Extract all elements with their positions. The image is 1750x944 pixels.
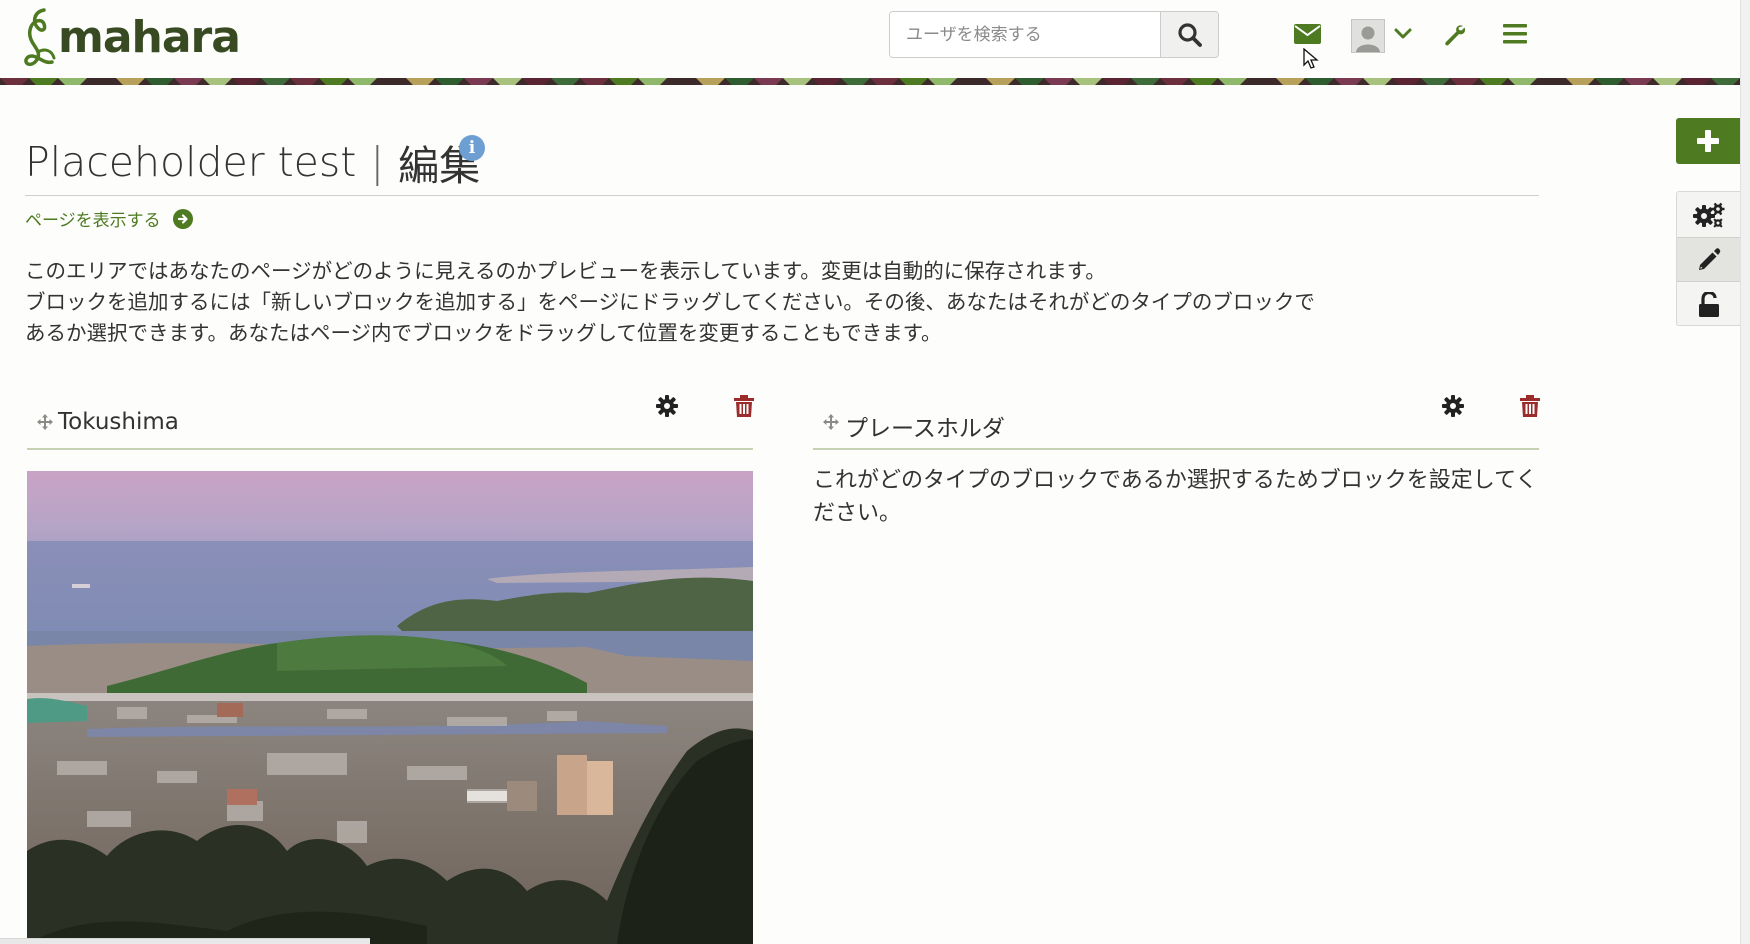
info-icon[interactable]: i — [459, 135, 485, 161]
user-search — [889, 11, 1219, 58]
share-access-button[interactable] — [1677, 282, 1741, 327]
block-header: Tokushima — [27, 392, 754, 450]
search-icon — [1177, 22, 1202, 47]
arrow-circle-right-icon — [172, 208, 193, 229]
hamburger-icon — [1503, 24, 1527, 44]
block-placeholder[interactable]: プレースホルダ これがどのタイプのブロックであるか選択するためブロックを設定して… — [813, 392, 1540, 530]
page-title-name: Placeholder test — [25, 138, 357, 186]
user-menu-dropdown[interactable] — [1393, 26, 1413, 42]
move-handle-icon[interactable] — [823, 414, 839, 430]
plus-icon — [1697, 130, 1719, 152]
block-title: Tokushima — [58, 409, 179, 435]
tokushima-photo — [27, 471, 753, 944]
page-scrollbar[interactable] — [1740, 0, 1750, 944]
block-tokushima[interactable]: Tokushima — [27, 392, 754, 450]
block-configure-button[interactable] — [1439, 392, 1467, 420]
page-edit-toolbar — [1676, 191, 1741, 327]
view-page-link[interactable]: ページを表示する — [25, 206, 193, 231]
title-divider — [25, 195, 1539, 196]
instruction-line: ブロックを追加するには「新しいブロックを追加する」をページにドラッグしてください… — [25, 290, 1315, 314]
instruction-line: あるか選択できます。あなたはページ内でブロックをドラッグして位置を変更することも… — [25, 321, 942, 345]
trash-icon — [734, 395, 754, 417]
edit-instructions: このエリアではあなたのページがどのように見えるのかプレビューを表示しています。変… — [25, 256, 1445, 349]
block-configure-button[interactable] — [653, 392, 681, 420]
page-title-separator: | — [370, 138, 385, 186]
chevron-down-icon — [1394, 28, 1412, 39]
cog-icon — [1442, 395, 1464, 417]
add-block-button[interactable] — [1676, 118, 1740, 164]
mouse-cursor-icon — [1303, 48, 1319, 69]
page-title: Placeholder test | 編集 — [25, 132, 480, 192]
block-header: プレースホルダ — [813, 392, 1540, 450]
mahara-logo[interactable]: mahara — [24, 6, 241, 70]
logo-mark-icon — [24, 8, 56, 67]
unlock-icon — [1699, 291, 1719, 317]
header-stripe — [0, 78, 1740, 85]
logo-text: mahara — [58, 12, 241, 63]
view-page-link-label: ページを表示する — [25, 211, 161, 231]
wrench-icon — [1445, 25, 1466, 46]
move-handle-icon[interactable] — [37, 414, 53, 430]
cogs-icon — [1693, 202, 1725, 228]
search-button[interactable] — [1160, 12, 1218, 57]
instruction-line: このエリアではあなたのページがどのように見えるのかプレビューを表示しています。変… — [25, 259, 1106, 283]
user-silhouette-icon — [1356, 26, 1380, 52]
horizontal-scrollbar[interactable] — [0, 938, 370, 944]
cog-icon — [656, 395, 678, 417]
placeholder-block-text: これがどのタイプのブロックであるか選択するためブロックを設定してください。 — [813, 468, 1538, 526]
block-title: プレースホルダ — [845, 416, 1005, 442]
block-delete-button[interactable] — [730, 392, 758, 420]
block-delete-button[interactable] — [1516, 392, 1544, 420]
trash-icon — [1520, 395, 1540, 417]
inbox-button[interactable] — [1292, 22, 1322, 46]
edit-content-button[interactable] — [1677, 237, 1741, 282]
admin-button[interactable] — [1442, 22, 1468, 48]
user-search-input[interactable] — [890, 12, 1160, 57]
user-menu-button[interactable] — [1350, 18, 1386, 54]
avatar — [1351, 19, 1385, 53]
main-menu-button[interactable] — [1502, 22, 1528, 46]
mail-icon — [1293, 24, 1321, 44]
page-settings-button[interactable] — [1677, 192, 1741, 237]
top-header: mahara — [0, 0, 1750, 78]
pencil-icon — [1699, 247, 1721, 270]
